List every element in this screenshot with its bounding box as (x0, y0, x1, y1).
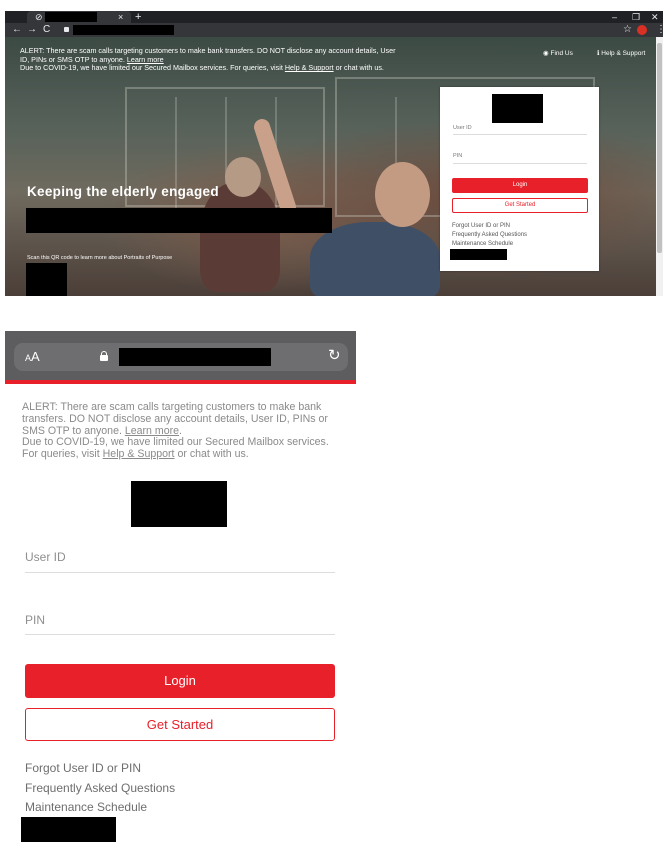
covid-notice-text: Due to COVID-19, we have limited our Sec… (20, 63, 285, 73)
lock-icon (100, 351, 108, 361)
alert-banner: ALERT: There are scam calls targeting cu… (20, 46, 400, 73)
alert-text: ALERT: There are scam calls targeting cu… (20, 46, 396, 64)
photo-person-head (225, 157, 261, 197)
bookmark-star-icon[interactable]: ☆ (623, 24, 632, 36)
tab-close-icon[interactable]: × (118, 12, 123, 22)
reload-icon[interactable]: ↻ (328, 347, 341, 365)
get-started-button[interactable]: Get Started (25, 708, 335, 741)
find-us-link[interactable]: ◉ Find Us (543, 50, 573, 58)
page-scrollbar[interactable] (656, 37, 663, 296)
pin-label: PIN (453, 153, 463, 159)
covid-notice-end: or chat with us. (333, 63, 384, 73)
site-favicon-icon: ⊘ (35, 12, 43, 22)
faq-link[interactable]: Frequently Asked Questions (25, 781, 175, 795)
login-button[interactable]: Login (25, 664, 335, 698)
redacted-hero-text (26, 208, 332, 233)
redacted-logo (492, 94, 543, 123)
reload-icon[interactable]: C (43, 24, 50, 36)
redacted-footer (21, 817, 116, 842)
photo-person-head (375, 162, 430, 227)
find-us-label: Find Us (550, 50, 573, 57)
pin-input[interactable] (453, 163, 587, 164)
alert-banner: ALERT: There are scam calls targeting cu… (22, 401, 342, 461)
browser-toolbar: ← → C ☆ ⋮ (5, 23, 663, 37)
browser-tab[interactable]: ⊘ × (27, 11, 131, 23)
pin-label: PIN (25, 613, 46, 627)
qr-caption: Scan this QR code to learn more about Po… (27, 255, 173, 261)
redacted-footer (450, 249, 507, 260)
help-support-link[interactable]: Help & Support (103, 448, 175, 460)
brand-accent-line (5, 380, 356, 384)
user-id-label: User ID (453, 125, 472, 131)
photo-person (310, 222, 440, 296)
user-id-label: User ID (25, 550, 66, 564)
covid-notice-end: or chat with us. (174, 448, 249, 461)
redacted-qr-code (26, 263, 67, 296)
redacted-url (119, 348, 271, 366)
redacted-url[interactable] (73, 25, 174, 35)
desktop-browser-screenshot: ⊘ × + – ❐ ✕ ← → C ☆ ⋮ ALERT: There are s… (5, 11, 663, 296)
mobile-url-field[interactable]: AA ↻ (14, 343, 348, 371)
text-size-button[interactable]: AA (25, 349, 40, 366)
extension-icon[interactable] (637, 25, 647, 35)
user-id-input[interactable] (453, 134, 587, 135)
login-card: User ID PIN Login Get Started Forgot Use… (440, 87, 599, 271)
maintenance-schedule-link[interactable]: Maintenance Schedule (452, 241, 513, 247)
close-window-icon[interactable]: ✕ (651, 12, 659, 22)
new-tab-icon[interactable]: + (135, 11, 141, 23)
text-size-large: A (31, 349, 40, 364)
mobile-address-bar: AA ↻ (5, 331, 356, 380)
redacted-logo (131, 481, 227, 527)
forgot-credentials-link[interactable]: Forgot User ID or PIN (25, 761, 141, 775)
help-support-link[interactable]: Help & Support (285, 63, 334, 72)
minimize-icon[interactable]: – (612, 12, 617, 22)
scrollbar-thumb[interactable] (657, 43, 662, 253)
user-id-input[interactable] (25, 572, 335, 573)
window-bar (175, 97, 177, 217)
alert-text-end: . (179, 424, 182, 437)
learn-more-link[interactable]: Learn more (125, 425, 179, 437)
back-arrow-icon[interactable]: ← (12, 24, 22, 36)
hero-headline: Keeping the elderly engaged (27, 184, 219, 199)
maintenance-schedule-link[interactable]: Maintenance Schedule (25, 800, 147, 814)
lock-icon (64, 27, 69, 32)
forgot-credentials-link[interactable]: Forgot User ID or PIN (452, 223, 510, 229)
maximize-icon[interactable]: ❐ (632, 12, 640, 22)
help-support-top-link[interactable]: ℹ Help & Support (597, 50, 645, 58)
login-button[interactable]: Login (452, 178, 588, 193)
help-support-label: Help & Support (601, 50, 646, 57)
redacted-tab-title (45, 12, 97, 22)
faq-link[interactable]: Frequently Asked Questions (452, 232, 527, 238)
browser-tab-bar: ⊘ × + – ❐ ✕ (5, 11, 663, 23)
pin-input[interactable] (25, 634, 335, 635)
browser-menu-icon[interactable]: ⋮ (656, 24, 663, 36)
get-started-button[interactable]: Get Started (452, 198, 588, 213)
forward-arrow-icon[interactable]: → (27, 24, 37, 36)
